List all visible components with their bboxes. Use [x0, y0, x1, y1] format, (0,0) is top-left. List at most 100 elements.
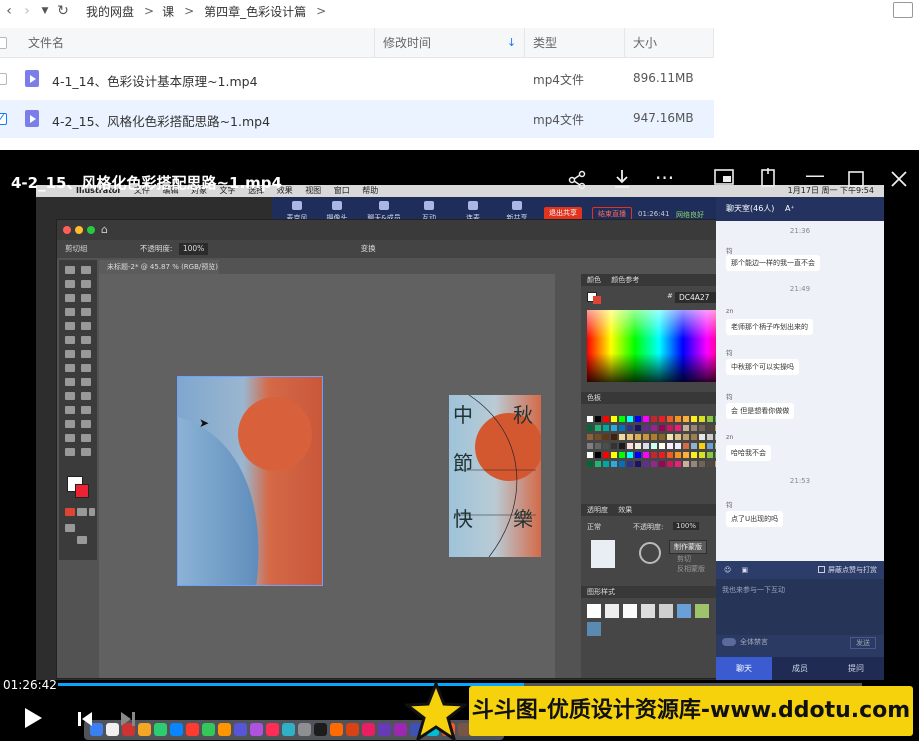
tab-effects[interactable]: 效果 [618, 506, 632, 514]
color-swatch[interactable] [619, 443, 625, 449]
col-header-size[interactable]: 大小 [625, 28, 714, 58]
dock-app-icon[interactable] [314, 723, 327, 736]
color-swatch[interactable] [659, 461, 665, 467]
brush-tool-icon[interactable] [81, 294, 91, 302]
color-swatch[interactable] [675, 416, 681, 422]
color-swatch[interactable] [635, 443, 641, 449]
color-swatch[interactable] [691, 416, 697, 422]
color-swatch[interactable] [595, 425, 601, 431]
zoom-window-icon[interactable] [87, 226, 95, 234]
color-swatch[interactable] [587, 434, 593, 440]
color-swatch[interactable] [603, 443, 609, 449]
gradient-mode-icon[interactable] [77, 508, 87, 516]
color-swatch[interactable] [675, 461, 681, 467]
color-swatch[interactable] [627, 443, 633, 449]
color-swatch[interactable] [651, 443, 657, 449]
paintbrush-tool-icon[interactable] [81, 322, 91, 330]
hand-tool-icon[interactable] [65, 448, 75, 456]
color-swatch[interactable] [683, 416, 689, 422]
dock-app-icon[interactable] [330, 723, 343, 736]
color-swatch[interactable] [643, 416, 649, 422]
stroke-swatch-mini[interactable] [593, 296, 601, 304]
next-icon[interactable] [119, 710, 137, 728]
color-swatch[interactable] [603, 416, 609, 422]
color-swatch[interactable] [667, 434, 673, 440]
width-tool-icon[interactable] [65, 364, 75, 372]
chat-input[interactable]: 我也来参与一下互动 [716, 579, 884, 635]
color-swatch[interactable] [643, 452, 649, 458]
color-swatch[interactable] [619, 461, 625, 467]
color-swatch[interactable] [675, 434, 681, 440]
breadcrumb-course[interactable]: 课 [162, 3, 174, 20]
forward-icon[interactable]: › [18, 3, 36, 19]
window-corner-icon[interactable] [893, 2, 913, 18]
shaper-tool-icon[interactable] [65, 336, 75, 344]
free-transform-tool-icon[interactable] [81, 364, 91, 372]
graphic-style-swatch[interactable] [605, 604, 619, 618]
color-swatch[interactable] [707, 416, 713, 422]
color-swatch[interactable] [635, 425, 641, 431]
color-swatch[interactable] [675, 425, 681, 431]
perspective-tool-icon[interactable] [81, 378, 91, 386]
color-swatch[interactable] [691, 434, 697, 440]
color-swatch[interactable] [659, 434, 665, 440]
mute-all-toggle[interactable] [722, 638, 736, 646]
graphic-style-swatch[interactable] [623, 604, 637, 618]
color-swatch[interactable] [595, 461, 601, 467]
dock-app-icon[interactable] [362, 723, 375, 736]
tab-color[interactable]: 颜色 [587, 276, 601, 284]
color-swatch[interactable] [651, 416, 657, 422]
invert-mask-checkbox[interactable]: 反相蒙版 [677, 564, 705, 574]
blend-mode-select[interactable]: 正常 [587, 522, 601, 532]
color-swatch[interactable] [667, 443, 673, 449]
color-swatch[interactable] [667, 461, 673, 467]
send-button[interactable]: 发送 [850, 637, 876, 649]
dock-app-icon[interactable] [234, 723, 247, 736]
color-swatch[interactable] [683, 452, 689, 458]
color-swatch[interactable] [595, 452, 601, 458]
color-swatch[interactable] [611, 425, 617, 431]
more-icon[interactable]: ··· [655, 166, 674, 190]
color-swatch[interactable] [635, 416, 641, 422]
color-swatch[interactable] [603, 434, 609, 440]
transform-button[interactable]: 变换 [361, 244, 376, 253]
dock-app-icon[interactable] [138, 723, 151, 736]
image-icon[interactable]: ▣ [742, 566, 749, 574]
color-swatch[interactable] [683, 434, 689, 440]
color-swatch[interactable] [659, 443, 665, 449]
color-swatch[interactable] [643, 434, 649, 440]
color-swatch[interactable] [651, 434, 657, 440]
color-swatch[interactable] [707, 425, 713, 431]
color-swatch[interactable] [683, 461, 689, 467]
table-row[interactable]: 4-1_14、色彩设计基本原理~1.mp4 mp4文件 896.11MB [0, 60, 714, 98]
color-swatch[interactable] [643, 443, 649, 449]
color-swatch[interactable] [587, 416, 593, 422]
back-icon[interactable]: ‹ [0, 3, 18, 19]
document-tab[interactable]: 未标题-2* @ 45.87 % (RGB/预览) [99, 260, 219, 274]
color-swatch[interactable] [691, 443, 697, 449]
download-icon[interactable] [612, 168, 632, 190]
color-swatch[interactable] [635, 452, 641, 458]
dock-app-icon[interactable] [346, 723, 359, 736]
table-row-selected[interactable]: 4-2_15、风格化色彩搭配思路~1.mp4 mp4文件 947.16MB [0, 100, 714, 138]
color-swatch[interactable] [595, 416, 601, 422]
color-mode-icon[interactable] [65, 508, 75, 516]
breadcrumb-chapter[interactable]: 第四章_色彩设计篇 [204, 3, 306, 20]
row-checkbox-checked[interactable] [0, 111, 7, 125]
play-icon[interactable] [22, 706, 44, 730]
make-mask-button[interactable]: 制作蒙版 [669, 540, 707, 554]
gradient-tool-icon[interactable] [81, 392, 91, 400]
screen-mode-icon[interactable] [77, 536, 87, 544]
file-name[interactable]: 4-1_14、色彩设计基本原理~1.mp4 [52, 71, 258, 90]
artboard-tool-icon[interactable] [65, 434, 75, 442]
maximize-icon[interactable] [847, 170, 865, 188]
color-swatch[interactable] [611, 443, 617, 449]
close-window-icon[interactable] [63, 226, 71, 234]
graph-tool-icon[interactable] [81, 420, 91, 428]
scale-tool-icon[interactable] [81, 350, 91, 358]
color-swatch[interactable] [611, 452, 617, 458]
line-tool-icon[interactable] [81, 308, 91, 316]
color-swatch[interactable] [627, 452, 633, 458]
dock-app-icon[interactable] [250, 723, 263, 736]
color-swatch[interactable] [627, 416, 633, 422]
